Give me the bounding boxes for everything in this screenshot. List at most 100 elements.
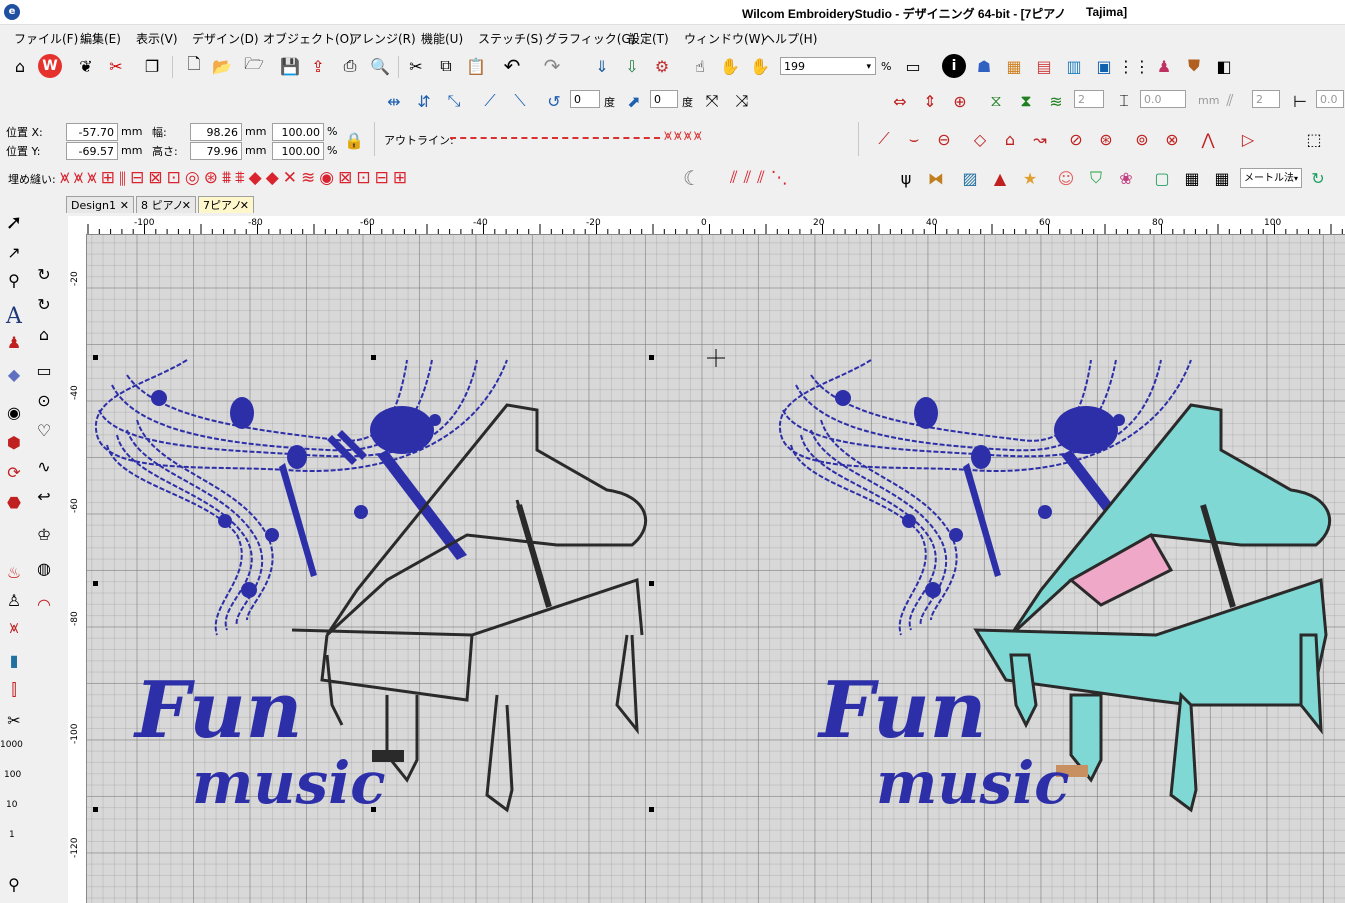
scissors-icon[interactable]: ✂ [2, 708, 26, 732]
copy-icon[interactable]: ⧉ [434, 54, 458, 78]
reshape-icon[interactable]: ◇ [968, 127, 992, 151]
slant-input[interactable]: 0 [650, 90, 678, 108]
print-icon[interactable]: ⎙ [338, 54, 362, 78]
redo-icon[interactable]: ↷ [540, 54, 564, 78]
step-1000[interactable]: 1000 [0, 740, 23, 750]
carousel-icon[interactable]: ♔ [32, 522, 56, 546]
menu-function[interactable]: 機能(U) [421, 30, 463, 47]
info-icon[interactable]: i [942, 54, 966, 78]
skew-icon[interactable]: ⟋ [478, 89, 502, 113]
hexagon-icon[interactable]: ⬢ [2, 430, 26, 454]
stamp-icon[interactable]: ⛊ [1182, 54, 1206, 78]
monogram-icon[interactable]: ◆ [2, 362, 26, 386]
frame-icon[interactable]: ▢ [1150, 166, 1174, 190]
grid-icon[interactable]: ⋮⋮ [1118, 54, 1150, 78]
step-100[interactable]: 100 [4, 770, 21, 780]
menu-design[interactable]: デザイン(D) [192, 30, 259, 47]
rotate-icon[interactable]: ↺ [542, 89, 566, 113]
cut-icon[interactable]: ✂ [404, 54, 428, 78]
table-icon[interactable]: ▦ [1210, 166, 1234, 190]
export-icon[interactable]: ⇪ [306, 54, 330, 78]
hand2-icon[interactable]: ✋ [718, 54, 742, 78]
input-a-icon[interactable]: ⟋ [872, 127, 896, 151]
arrange-h-icon[interactable]: ⇔ [888, 89, 912, 113]
export-machine-icon[interactable]: ⇩ [620, 54, 644, 78]
arrange-v-icon[interactable]: ⇕ [918, 89, 942, 113]
menu-edit[interactable]: 編集(E) [80, 30, 121, 47]
slant-icon[interactable]: ⬈ [622, 89, 646, 113]
menu-object[interactable]: オブジェクト(O) [263, 30, 354, 47]
travel-tool-icon[interactable]: ⚲ [2, 872, 26, 896]
menu-stitch[interactable]: ステッチ(S) [478, 30, 543, 47]
figure-icon[interactable]: ♙ [2, 588, 26, 612]
hoop-icon[interactable]: ▣ [1092, 54, 1116, 78]
menu-window[interactable]: ウィンドウ(W) [684, 30, 765, 47]
mirror-both-icon[interactable]: ⤡ [442, 89, 466, 113]
distribute2-icon[interactable]: ⧗ [1014, 89, 1038, 113]
palette-icon[interactable]: ▦ [1002, 54, 1026, 78]
tab-7-piano[interactable]: 7ピアノ ✕ [198, 196, 254, 213]
hand3-icon[interactable]: ✋ [748, 54, 772, 78]
width-input[interactable]: 98.26 [190, 123, 242, 141]
zoom-input[interactable]: 199 ▾ [780, 57, 876, 75]
input-b-icon[interactable]: ⌣ [902, 127, 926, 151]
hand-icon[interactable]: ☝ [688, 54, 712, 78]
shapes-tool-icon[interactable]: ♡ [32, 418, 56, 442]
color-grid-icon[interactable]: ▤ [1032, 54, 1056, 78]
tab-design1[interactable]: Design1 ✕ [66, 196, 134, 213]
folders-icon[interactable]: ❐ [140, 54, 164, 78]
stack-icon[interactable]: ≋ [1044, 89, 1068, 113]
scale-h-input[interactable]: 100.00 [272, 142, 324, 160]
mirror-h-icon[interactable]: ⇹ [382, 89, 406, 113]
height-input[interactable]: 79.96 [190, 142, 242, 160]
thread-color-icon[interactable]: ☗ [972, 54, 996, 78]
outline-satin-styles[interactable]: ⩙⩙⩙⩙ [664, 128, 784, 144]
import-icon[interactable]: ⇓ [590, 54, 614, 78]
spacing-input-2[interactable]: 0.0 [1140, 90, 1186, 108]
home-icon[interactable]: ⌂ [8, 54, 32, 78]
close-icon[interactable]: ✕ [120, 197, 129, 214]
thread-chart-icon[interactable]: ▥ [1062, 54, 1086, 78]
align-icon[interactable]: ⤧ [700, 89, 724, 113]
curve-icon[interactable]: ↩ [32, 484, 56, 508]
close-icon[interactable]: ✕ [182, 197, 191, 214]
menu-file[interactable]: ファイル(F) [14, 30, 78, 47]
mirror-v-icon[interactable]: ⇵ [412, 89, 436, 113]
align2-icon[interactable]: ⤨ [730, 89, 754, 113]
triangle-icon[interactable]: ▷ [1236, 127, 1260, 151]
rotate-input[interactable]: 0 [570, 90, 600, 108]
paste-icon[interactable]: 📋 [464, 54, 488, 78]
hole-icon[interactable]: ⊚ [1130, 127, 1154, 151]
step-1[interactable]: 1 [9, 830, 15, 840]
satin-icon[interactable]: ⩙ [2, 616, 26, 640]
wilcom-logo-icon[interactable]: W [38, 54, 62, 78]
grid-view-icon[interactable]: ▦ [1180, 166, 1204, 190]
spacing-icon[interactable]: ⫽ [1218, 89, 1242, 113]
pos-y-input[interactable]: -69.57 [66, 142, 118, 160]
menu-settings[interactable]: 設定(T) [628, 30, 669, 47]
tools-icon[interactable]: ✂ [104, 54, 128, 78]
undo-icon[interactable]: ↶ [500, 54, 524, 78]
height-icon[interactable]: ⌶ [1112, 89, 1136, 113]
stop-icon[interactable]: ⬣ [2, 490, 26, 514]
travel-icon[interactable]: ⚲ [2, 268, 26, 292]
mask-icon[interactable]: ◍ [32, 556, 56, 580]
shirt-icon[interactable]: ⛉ [1084, 166, 1108, 190]
spiral-icon[interactable]: ⟳ [2, 460, 26, 484]
menu-arrange[interactable]: アレンジ(R) [350, 30, 416, 47]
circle-icon[interactable]: ◉ [2, 400, 26, 424]
menu-graphics[interactable]: グラフィック(G) [545, 30, 635, 47]
left-music-notes[interactable] [151, 390, 467, 598]
input-c-icon[interactable]: ⊖ [932, 127, 956, 151]
overview-icon[interactable]: ▭ [900, 54, 926, 78]
pos-x-input[interactable]: -57.70 [66, 123, 118, 141]
stitch-tool-icon[interactable]: ⫿ [2, 678, 26, 702]
bottle-icon[interactable]: ▮ [2, 648, 26, 672]
save-icon[interactable]: 💾 [278, 54, 302, 78]
skew2-icon[interactable]: ⟍ [508, 89, 532, 113]
menu-help[interactable]: ヘルプ(H) [763, 30, 817, 47]
moon-icon[interactable]: ☾ [680, 166, 704, 190]
fork-icon[interactable]: ψ [894, 166, 918, 190]
fill-stitch-types[interactable]: ⩙⩙⩙⊞⫴⊟⊠⊡◎⊛⩩⩨◆◆✕≋◉⊠⊡⊟⊞ [60, 168, 704, 190]
path-icon[interactable]: ⋀ [1196, 127, 1220, 151]
